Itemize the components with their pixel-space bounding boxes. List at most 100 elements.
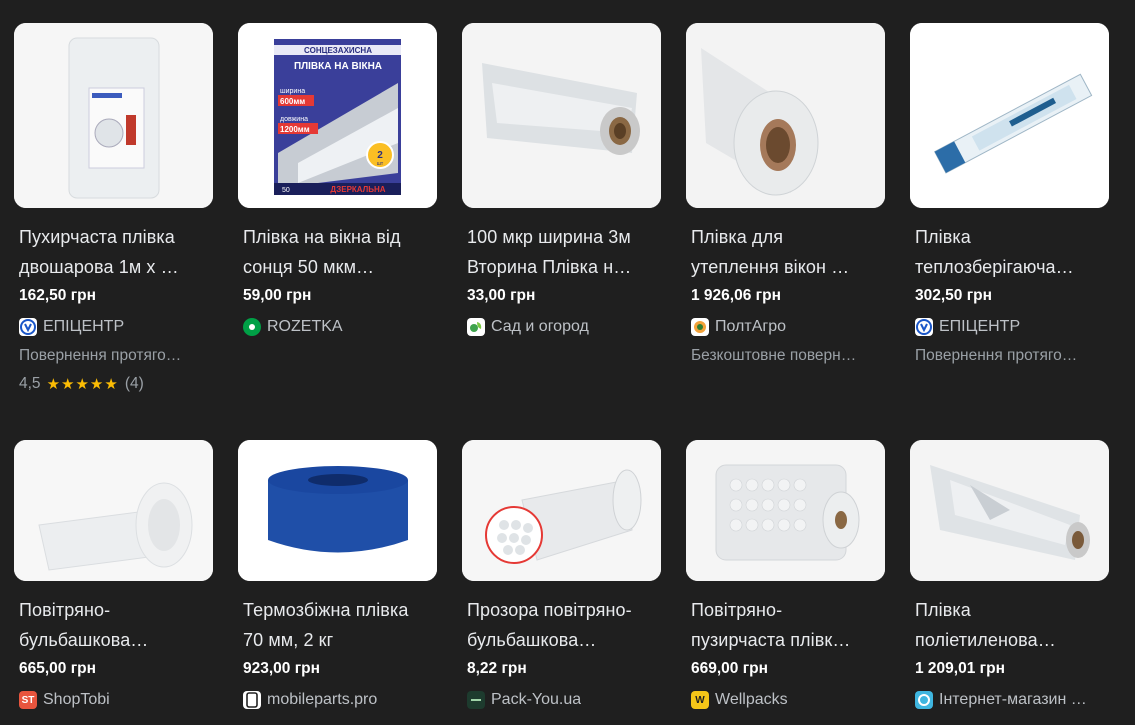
image-text-length: 1200мм: [280, 125, 310, 134]
product-image[interactable]: [686, 23, 885, 208]
title-line: 70 мм, 2 кг: [243, 630, 334, 650]
product-price: 1 209,01 грн: [915, 660, 1005, 677]
product-price: 665,00 грн: [19, 660, 97, 677]
image-text-main: ПЛІВКА НА ВІКНА: [294, 61, 382, 72]
rating-value: 4,5: [19, 375, 41, 392]
image-text-qty-unit: шт: [377, 161, 384, 167]
product-card[interactable]: Плівка поліетиленова… 1 209,01 грн Інтер…: [910, 440, 1110, 711]
merchant-name: ROZETKA: [267, 318, 343, 335]
product-image[interactable]: [910, 23, 1109, 208]
merchant[interactable]: ПолтАгро: [691, 316, 886, 338]
image-text-bottom: ДЗЕРКАЛЬНА: [330, 185, 385, 194]
product-title[interactable]: Термозбіжна плівка 70 мм, 2 кг: [243, 595, 433, 655]
merchant-name: Сад и огород: [491, 318, 589, 335]
title-line: двошарова 1м х …: [19, 257, 179, 277]
epicentr-logo-icon: [19, 318, 37, 336]
title-line: Термозбіжна плівка: [243, 600, 409, 620]
product-image[interactable]: [686, 440, 885, 581]
title-line: Пухирчаста плівка: [19, 227, 175, 247]
product-card[interactable]: Прозора повітряно- бульбашкова… 8,22 грн…: [462, 440, 662, 711]
product-title[interactable]: Прозора повітряно- бульбашкова…: [467, 595, 657, 655]
merchant-name: ShopTobi: [43, 691, 110, 708]
merchant-name: Інтернет-магазин …: [939, 691, 1087, 708]
poltagro-logo-icon: [691, 318, 709, 336]
product-card[interactable]: 100 мкр ширина 3м Вторина Плівка н… 33,0…: [462, 23, 662, 338]
title-line: бульбашкова…: [19, 630, 149, 650]
product-card[interactable]: Повітряно- бульбашкова… 665,00 грн ST Sh…: [14, 440, 214, 711]
product-price: 1 926,06 грн: [691, 287, 781, 304]
pack-you-logo-icon: [467, 691, 485, 709]
image-text-width-label: ширина: [280, 88, 305, 95]
product-card[interactable]: Плівка теплозберігаюча… 302,50 грн ЕПІЦЕ…: [910, 23, 1110, 366]
merchant-name: Wellpacks: [715, 691, 788, 708]
merchant-name: ЕПІЦЕНТР: [939, 318, 1021, 335]
title-line: Плівка: [915, 600, 971, 620]
product-image[interactable]: [910, 440, 1109, 581]
image-text-length-label: довжина: [280, 116, 308, 123]
rating: 4,5 ★★★★★ (4): [19, 374, 214, 394]
title-line: Прозора повітряно-: [467, 600, 632, 620]
sad-i-ogorod-logo-icon: [467, 318, 485, 336]
merchant[interactable]: Інтернет-магазин …: [915, 689, 1110, 711]
image-text-width: 600мм: [280, 97, 305, 106]
product-title[interactable]: Повітряно- бульбашкова…: [19, 595, 209, 655]
merchant-name: ЕПІЦЕНТР: [43, 318, 125, 335]
title-line: бульбашкова…: [467, 630, 597, 650]
title-line: утеплення вікон …: [691, 257, 850, 277]
product-title[interactable]: Пухирчаста плівка двошарова 1м х …: [19, 222, 209, 282]
epicentr-logo-icon: [915, 318, 933, 336]
internet-magazin-logo-icon: [915, 691, 933, 709]
rozetka-logo-icon: [243, 318, 261, 336]
product-grid: Пухирчаста плівка двошарова 1м х … 162,5…: [0, 0, 1135, 725]
title-line: Повітряно-: [19, 600, 111, 620]
product-image[interactable]: [14, 440, 213, 581]
product-card[interactable]: Повітряно- пузирчаста плівк… 669,00 грн …: [686, 440, 886, 711]
product-price: 59,00 грн: [243, 287, 312, 304]
product-card[interactable]: Пухирчаста плівка двошарова 1м х … 162,5…: [14, 23, 214, 394]
image-text-qty: 2: [377, 150, 383, 161]
merchant[interactable]: Сад и огород: [467, 316, 662, 338]
product-price: 302,50 грн: [915, 287, 993, 304]
title-line: сонця 50 мкм…: [243, 257, 375, 277]
product-card[interactable]: Термозбіжна плівка 70 мм, 2 кг 923,00 гр…: [238, 440, 438, 711]
image-text-top: СОНЦЕЗАХИСНА: [304, 46, 372, 55]
product-image[interactable]: [462, 23, 661, 208]
title-line: пузирчаста плівк…: [691, 630, 851, 650]
product-image[interactable]: СОНЦЕЗАХИСНА ПЛІВКА НА ВІКНА ширина 600м…: [238, 23, 437, 208]
merchant[interactable]: W Wellpacks: [691, 689, 886, 711]
product-price: 923,00 грн: [243, 660, 321, 677]
product-title[interactable]: Плівка для утеплення вікон …: [691, 222, 881, 282]
product-image[interactable]: [462, 440, 661, 581]
product-title[interactable]: Плівка на вікна від сонця 50 мкм…: [243, 222, 433, 282]
title-line: Вторина Плівка н…: [467, 257, 632, 277]
title-line: Плівка для: [691, 227, 784, 247]
merchant[interactable]: Pack-You.ua: [467, 689, 662, 711]
title-line: Повітряно-: [691, 600, 783, 620]
product-card[interactable]: Плівка для утеплення вікон … 1 926,06 гр…: [686, 23, 886, 366]
product-image[interactable]: [238, 440, 437, 581]
merchant[interactable]: mobileparts.pro: [243, 689, 438, 711]
product-title[interactable]: 100 мкр ширина 3м Вторина Плівка н…: [467, 222, 657, 282]
product-title[interactable]: Плівка теплозберігаюча…: [915, 222, 1105, 282]
merchant-name: ПолтАгро: [715, 318, 787, 335]
product-price: 162,50 грн: [19, 287, 97, 304]
title-line: поліетиленова…: [915, 630, 1056, 650]
return-policy: Повернення протяго…: [19, 347, 182, 364]
return-policy: Повернення протяго…: [915, 347, 1078, 364]
merchant[interactable]: ROZETKA: [243, 316, 438, 338]
product-price: 33,00 грн: [467, 287, 536, 304]
merchant[interactable]: ЕПІЦЕНТР: [915, 316, 1110, 338]
merchant[interactable]: ST ShopTobi: [19, 689, 214, 711]
merchant-name: Pack-You.ua: [491, 691, 582, 708]
return-policy: Безкоштовне поверн…: [691, 347, 857, 364]
wellpacks-logo-icon: W: [691, 691, 709, 709]
merchant[interactable]: ЕПІЦЕНТР: [19, 316, 214, 338]
product-card[interactable]: СОНЦЕЗАХИСНА ПЛІВКА НА ВІКНА ширина 600м…: [238, 23, 438, 338]
product-image[interactable]: [14, 23, 213, 208]
title-line: теплозберігаюча…: [915, 257, 1074, 277]
mobileparts-logo-icon: [243, 691, 261, 709]
product-title[interactable]: Плівка поліетиленова…: [915, 595, 1105, 655]
image-text-num: 50: [282, 187, 290, 194]
title-line: Плівка: [915, 227, 971, 247]
product-title[interactable]: Повітряно- пузирчаста плівк…: [691, 595, 881, 655]
